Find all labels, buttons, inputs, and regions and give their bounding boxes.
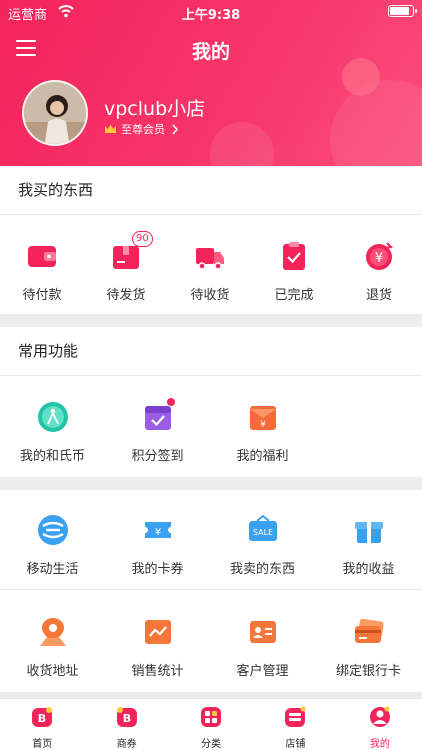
my-coins-item[interactable]: 我的和氏币 <box>0 401 105 464</box>
tab-label: 店铺 <box>285 739 306 750</box>
service-label: 客户管理 <box>236 664 289 679</box>
my-earnings-item[interactable]: 我的收益 <box>315 514 422 577</box>
profile-header: 运营商 上午9:38 我的 vpclub小店 至尊会员 <box>0 0 422 166</box>
orders-section: 我买的东西 待付款 90 待发货 待收货 已完成 ¥ 退货 <box>0 166 422 314</box>
tab-category[interactable]: 分类 <box>169 699 253 750</box>
contact-card-icon <box>247 616 279 648</box>
services-row-2: 收货地址 销售统计 客户管理 绑定银行卡 <box>0 616 422 679</box>
page-title: 我的 <box>191 41 230 63</box>
tab-home[interactable]: B 首页 <box>0 699 84 750</box>
points-checkin-item[interactable]: 积分签到 <box>105 397 210 464</box>
red-envelope-icon: ¥ <box>247 401 279 433</box>
svg-text:B: B <box>122 712 130 725</box>
shipping-address-item[interactable]: 收货地址 <box>0 616 105 679</box>
service-label: 移动生活 <box>26 562 79 577</box>
svg-text:¥: ¥ <box>260 420 266 430</box>
notification-dot <box>165 397 176 407</box>
row-divider <box>0 589 422 590</box>
truck-icon <box>194 240 226 272</box>
china-mobile-icon <box>37 514 69 546</box>
sale-tag-icon: SALE <box>247 514 279 546</box>
username: vpclub小店 <box>104 98 206 120</box>
service-label: 销售统计 <box>131 664 184 679</box>
svg-text:¥: ¥ <box>375 251 383 266</box>
sales-statistics-item[interactable]: 销售统计 <box>105 616 210 679</box>
order-label: 待收货 <box>190 288 230 303</box>
svg-text:¥: ¥ <box>154 527 160 538</box>
decor-bubble <box>210 122 274 166</box>
order-completed[interactable]: 已完成 <box>252 240 336 303</box>
tab-mine[interactable]: 我的 <box>338 699 422 750</box>
order-pending-payment[interactable]: 待付款 <box>0 240 84 303</box>
tab-label: 首页 <box>32 739 53 750</box>
tab-label: 商券 <box>116 739 137 750</box>
gift-box-icon <box>353 514 385 546</box>
order-label: 已完成 <box>274 288 314 303</box>
bottom-tab-bar: B 首页 B 商券 分类 店铺 我的 <box>0 698 422 750</box>
status-time: 上午9:38 <box>181 8 241 23</box>
order-pending-shipment[interactable]: 90 待发货 <box>84 231 168 303</box>
service-label: 我的收益 <box>342 562 395 577</box>
location-pin-icon <box>37 616 69 648</box>
yuan-refund-icon: ¥ <box>363 240 395 272</box>
section-title: 常用功能 <box>0 327 422 376</box>
coin-icon <box>37 401 69 433</box>
function-label: 积分签到 <box>131 449 184 464</box>
service-label: 我的卡券 <box>131 562 184 577</box>
order-label: 退货 <box>365 288 392 303</box>
my-welfare-item[interactable]: ¥ 我的福利 <box>210 401 315 464</box>
store-icon <box>285 706 306 727</box>
crown-icon <box>105 124 116 133</box>
function-label: 我的和氏币 <box>19 449 85 464</box>
avatar-photo <box>24 82 86 144</box>
chevron-right-icon <box>172 124 179 134</box>
bank-card-icon <box>353 616 385 648</box>
service-label: 绑定银行卡 <box>335 664 401 679</box>
order-pending-receipt[interactable]: 待收货 <box>168 240 252 303</box>
my-coupons-item[interactable]: ¥ 我的卡券 <box>105 514 210 577</box>
services-section: 移动生活 ¥ 我的卡券 SALE 我卖的东西 我的收益 收货地址 销售统计 客户… <box>0 490 422 692</box>
tab-store[interactable]: 店铺 <box>253 699 337 750</box>
mobile-life-item[interactable]: 移动生活 <box>0 514 105 577</box>
profile-icon <box>369 706 390 727</box>
calendar-check-icon <box>142 397 176 433</box>
customer-management-item[interactable]: 客户管理 <box>210 616 315 679</box>
battery-level <box>390 7 409 15</box>
order-label: 待发货 <box>106 288 146 303</box>
bind-bank-card-item[interactable]: 绑定银行卡 <box>315 616 422 679</box>
member-level-link[interactable]: 至尊会员 <box>104 121 179 137</box>
order-label: 待付款 <box>22 288 62 303</box>
tab-coupons[interactable]: B 商券 <box>84 699 168 750</box>
status-bar: 运营商 上午9:38 <box>0 0 422 24</box>
clipboard-check-icon <box>278 240 310 272</box>
tab-label: 分类 <box>201 739 222 750</box>
wallet-icon <box>26 240 58 272</box>
service-label: 收货地址 <box>26 664 79 679</box>
order-return[interactable]: ¥ 退货 <box>336 240 422 303</box>
coupon-icon: ¥ <box>142 514 174 546</box>
my-sales-item[interactable]: SALE 我卖的东西 <box>210 514 315 577</box>
member-level-label: 至尊会员 <box>121 123 165 136</box>
tab-label: 我的 <box>369 739 390 750</box>
sale-tag-text: SALE <box>252 528 272 537</box>
svg-text:B: B <box>38 712 46 725</box>
coupon-b-icon: B <box>116 707 137 727</box>
function-label: 我的福利 <box>236 449 289 464</box>
decor-bubble <box>330 80 422 166</box>
home-b-icon: B <box>32 707 53 727</box>
pending-shipment-badge: 90 <box>132 231 153 247</box>
services-row-1: 移动生活 ¥ 我的卡券 SALE 我卖的东西 我的收益 <box>0 514 422 577</box>
category-grid-icon <box>201 707 222 727</box>
battery-icon <box>388 5 417 17</box>
section-title: 我买的东西 <box>0 166 422 215</box>
common-section: 常用功能 我的和氏币 积分签到 ¥ 我的福利 <box>0 327 422 477</box>
avatar[interactable] <box>22 80 88 146</box>
service-label: 我卖的东西 <box>229 562 295 577</box>
common-row: 我的和氏币 积分签到 ¥ 我的福利 <box>0 397 422 464</box>
line-chart-icon <box>142 616 174 648</box>
package-icon: 90 <box>110 231 153 272</box>
orders-row: 待付款 90 待发货 待收货 已完成 ¥ 退货 <box>0 231 422 303</box>
